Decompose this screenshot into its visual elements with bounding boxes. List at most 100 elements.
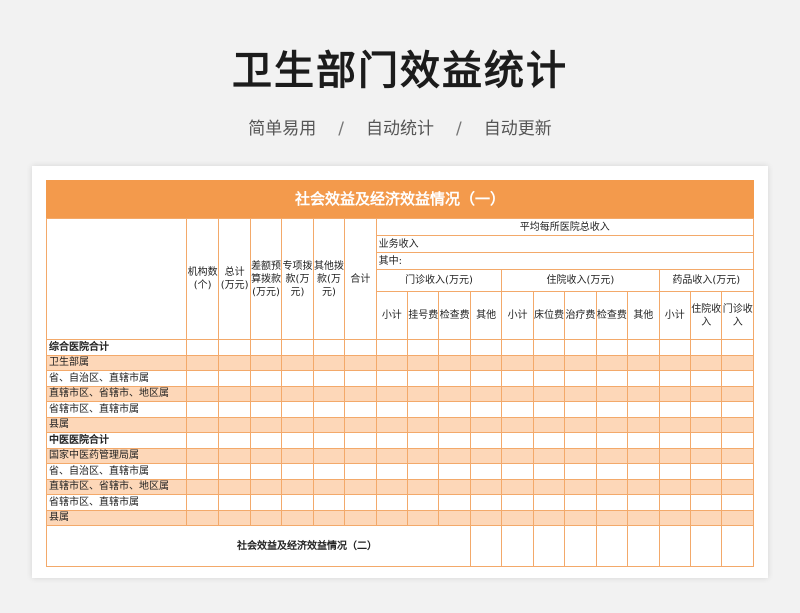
- table-cell[interactable]: [469, 385, 503, 402]
- table-cell[interactable]: [689, 509, 723, 526]
- table-cell[interactable]: [721, 494, 754, 511]
- table-cell[interactable]: [249, 432, 283, 449]
- table-cell[interactable]: [249, 354, 283, 371]
- table-cell[interactable]: [407, 432, 440, 449]
- table-cell[interactable]: [185, 509, 220, 526]
- table-cell[interactable]: [218, 447, 251, 464]
- table-cell[interactable]: [627, 401, 660, 418]
- table-cell[interactable]: [249, 416, 283, 433]
- table-cell[interactable]: [689, 432, 723, 449]
- table-cell[interactable]: [532, 416, 566, 433]
- table-cell[interactable]: [627, 509, 660, 526]
- table-cell[interactable]: [281, 494, 314, 511]
- table-cell[interactable]: [532, 370, 566, 387]
- table-cell[interactable]: [721, 401, 754, 418]
- table-cell[interactable]: [344, 494, 377, 511]
- table-cell[interactable]: [532, 447, 566, 464]
- table-cell[interactable]: [689, 401, 723, 418]
- table-cell[interactable]: [627, 339, 660, 356]
- table-cell[interactable]: [249, 463, 283, 480]
- table-cell[interactable]: [218, 509, 251, 526]
- table-cell[interactable]: [312, 478, 346, 495]
- table-cell[interactable]: [564, 416, 597, 433]
- table-cell[interactable]: [564, 494, 597, 511]
- table-cell[interactable]: [658, 354, 691, 371]
- table-cell[interactable]: [595, 432, 629, 449]
- table-cell[interactable]: [501, 401, 534, 418]
- row-label[interactable]: 省辖市区、直辖市属: [46, 494, 187, 511]
- table-cell[interactable]: [407, 478, 440, 495]
- table-cell[interactable]: [407, 447, 440, 464]
- table-cell[interactable]: [438, 478, 471, 495]
- table-cell[interactable]: [469, 478, 503, 495]
- table-cell[interactable]: [721, 432, 754, 449]
- table-cell[interactable]: [689, 385, 723, 402]
- table-cell[interactable]: [532, 339, 566, 356]
- table-cell[interactable]: [564, 370, 597, 387]
- table-cell[interactable]: [438, 509, 471, 526]
- table-cell[interactable]: [344, 370, 377, 387]
- table-cell[interactable]: [375, 478, 409, 495]
- table-cell[interactable]: [312, 416, 346, 433]
- table-cell[interactable]: [344, 509, 377, 526]
- table-cell[interactable]: [375, 494, 409, 511]
- table-cell[interactable]: [249, 494, 283, 511]
- table-cell[interactable]: [721, 354, 754, 371]
- table-cell[interactable]: [564, 401, 597, 418]
- row-label[interactable]: 省、自治区、直辖市属: [46, 370, 187, 387]
- table-cell[interactable]: [185, 432, 220, 449]
- table-cell[interactable]: [249, 339, 283, 356]
- table-cell[interactable]: [438, 385, 471, 402]
- table-cell[interactable]: [438, 401, 471, 418]
- table-cell[interactable]: [281, 416, 314, 433]
- table-cell[interactable]: [501, 494, 534, 511]
- row-label[interactable]: 省、自治区、直辖市属: [46, 463, 187, 480]
- table-cell[interactable]: [501, 509, 534, 526]
- table-cell[interactable]: [312, 401, 346, 418]
- table-cell[interactable]: [469, 509, 503, 526]
- table-cell[interactable]: [532, 401, 566, 418]
- table-cell[interactable]: [438, 339, 471, 356]
- table-cell[interactable]: [281, 354, 314, 371]
- table-cell[interactable]: [438, 447, 471, 464]
- table-cell[interactable]: [658, 463, 691, 480]
- table-cell[interactable]: [375, 509, 409, 526]
- table-cell[interactable]: [312, 339, 346, 356]
- table-cell[interactable]: [312, 447, 346, 464]
- table-cell[interactable]: [312, 432, 346, 449]
- table-cell[interactable]: [218, 354, 251, 371]
- table-cell[interactable]: [595, 370, 629, 387]
- table-cell[interactable]: [627, 478, 660, 495]
- table-cell[interactable]: [721, 385, 754, 402]
- table-cell[interactable]: [658, 478, 691, 495]
- table-cell[interactable]: [218, 385, 251, 402]
- table-cell[interactable]: [375, 416, 409, 433]
- table-cell[interactable]: [249, 401, 283, 418]
- table-cell[interactable]: [281, 385, 314, 402]
- table-cell[interactable]: [658, 509, 691, 526]
- table-cell[interactable]: [595, 494, 629, 511]
- table-cell[interactable]: [627, 447, 660, 464]
- row-label[interactable]: 县属: [46, 509, 187, 526]
- table-cell[interactable]: [689, 494, 723, 511]
- table-cell[interactable]: [564, 478, 597, 495]
- table-cell[interactable]: [344, 416, 377, 433]
- row-label[interactable]: 国家中医药管理局属: [46, 447, 187, 464]
- table-cell[interactable]: [249, 385, 283, 402]
- table-cell[interactable]: [689, 478, 723, 495]
- table-cell[interactable]: [595, 478, 629, 495]
- table-cell[interactable]: [438, 494, 471, 511]
- table-cell[interactable]: [564, 509, 597, 526]
- table-cell[interactable]: [185, 401, 220, 418]
- table-cell[interactable]: [407, 354, 440, 371]
- table-cell[interactable]: [185, 478, 220, 495]
- table-cell[interactable]: [469, 447, 503, 464]
- table-cell[interactable]: [627, 385, 660, 402]
- table-cell[interactable]: [564, 354, 597, 371]
- table-cell[interactable]: [532, 463, 566, 480]
- table-cell[interactable]: [375, 385, 409, 402]
- table-cell[interactable]: [218, 432, 251, 449]
- table-cell[interactable]: [185, 385, 220, 402]
- table-cell[interactable]: [658, 385, 691, 402]
- table-cell[interactable]: [721, 416, 754, 433]
